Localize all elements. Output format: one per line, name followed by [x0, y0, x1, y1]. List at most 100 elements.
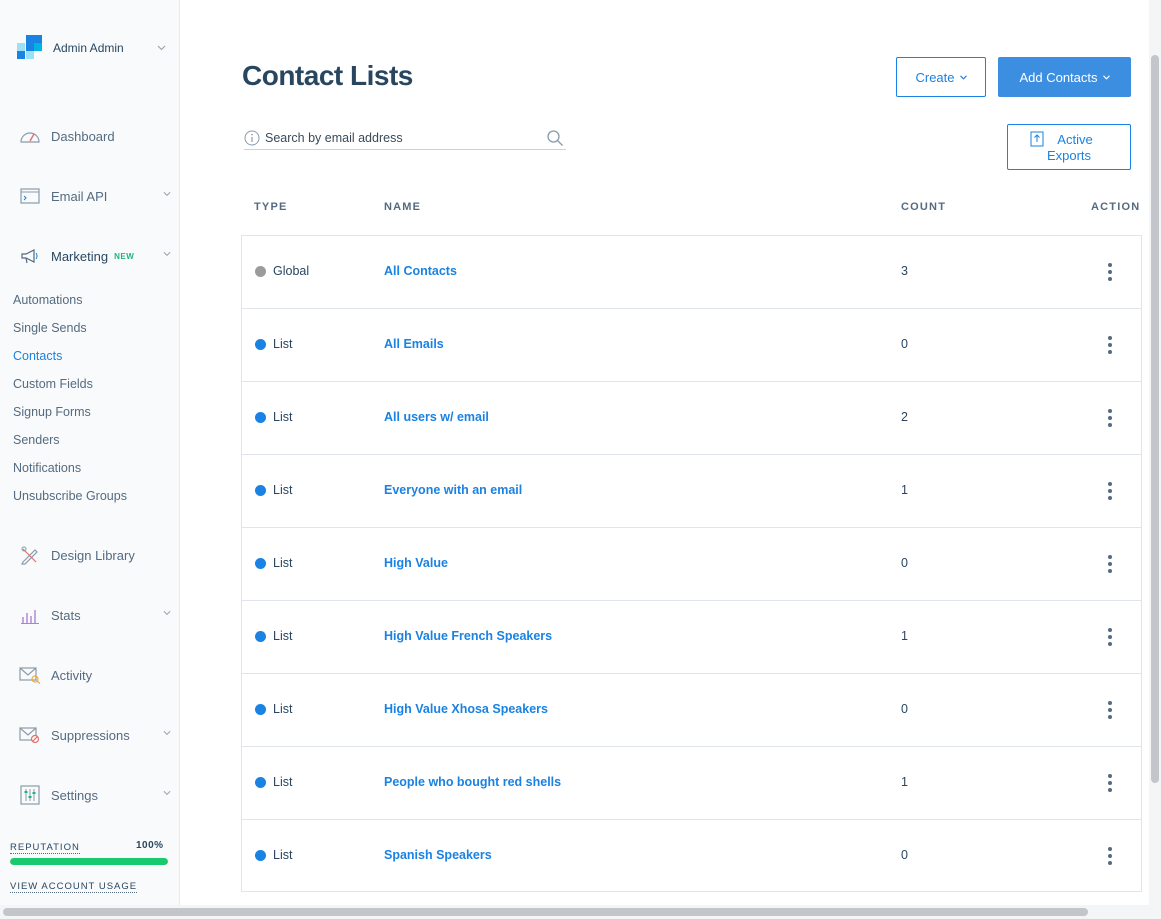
row-actions-kebab-icon[interactable] — [1102, 406, 1118, 430]
row-name-link[interactable]: High Value French Speakers — [384, 629, 552, 643]
horizontal-scrollbar[interactable] — [0, 905, 1161, 919]
row-name-link[interactable]: High Value — [384, 556, 448, 570]
chevron-down-icon — [163, 610, 171, 616]
vertical-scrollbar-thumb[interactable] — [1151, 55, 1159, 783]
row-count: 0 — [901, 337, 908, 351]
nav-marketing[interactable]: Marketing NEW — [18, 244, 173, 268]
row-type: List — [255, 337, 292, 351]
nav-email-api[interactable]: Email API — [18, 184, 173, 208]
subnav-single-sends[interactable]: Single Sends — [13, 321, 87, 335]
nav-design-library[interactable]: Design Library — [18, 543, 173, 567]
search-icon[interactable] — [546, 129, 564, 147]
sidebar: Admin Admin Dashboard Email API Marketin… — [0, 0, 180, 919]
nav-activity[interactable]: Activity — [18, 663, 173, 687]
row-name-link[interactable]: All Contacts — [384, 264, 457, 278]
view-account-usage-link[interactable]: VIEW ACCOUNT USAGE — [10, 881, 138, 893]
row-name-link[interactable]: High Value Xhosa Speakers — [384, 702, 548, 716]
account-switcher[interactable]: Admin Admin — [17, 34, 172, 62]
row-actions-kebab-icon[interactable] — [1102, 333, 1118, 357]
row-name-link[interactable]: Everyone with an email — [384, 483, 522, 497]
subnav-automations[interactable]: Automations — [13, 293, 82, 307]
row-name-link[interactable]: Spanish Speakers — [384, 848, 492, 862]
row-type-label: List — [273, 848, 293, 862]
design-pencil-icon — [18, 545, 42, 565]
row-actions-kebab-icon[interactable] — [1102, 625, 1118, 649]
table-row[interactable]: List All Emails 0 — [242, 309, 1141, 382]
chevron-down-icon — [163, 251, 171, 257]
row-type: List — [255, 410, 292, 424]
row-type-label: List — [273, 629, 293, 643]
table-row[interactable]: List Everyone with an email 1 — [242, 455, 1141, 528]
row-type-label: List — [273, 483, 293, 497]
row-actions-kebab-icon[interactable] — [1102, 698, 1118, 722]
type-dot — [255, 411, 266, 423]
subnav-unsubscribe-groups[interactable]: Unsubscribe Groups — [13, 489, 127, 503]
reputation-label[interactable]: REPUTATION — [10, 842, 80, 854]
row-actions-kebab-icon[interactable] — [1102, 479, 1118, 503]
row-count: 1 — [901, 775, 908, 789]
type-dot — [255, 776, 266, 788]
table-row[interactable]: List Spanish Speakers 0 — [242, 820, 1141, 893]
table-row[interactable]: List People who bought red shells 1 — [242, 747, 1141, 820]
info-icon[interactable] — [244, 130, 260, 146]
row-count: 0 — [901, 556, 908, 570]
nav-settings-label: Settings — [51, 787, 98, 803]
reputation-value: 100% — [136, 840, 164, 851]
create-button[interactable]: Create — [896, 57, 986, 97]
nav-dashboard-label: Dashboard — [51, 128, 115, 144]
table-row[interactable]: List High Value 0 — [242, 528, 1141, 601]
row-type-label: List — [273, 775, 293, 789]
search-bar — [244, 126, 566, 150]
terminal-window-icon — [18, 186, 42, 206]
account-name: Admin Admin — [53, 41, 124, 55]
subnav-custom-fields[interactable]: Custom Fields — [13, 377, 93, 391]
column-header-name[interactable]: NAME — [384, 201, 421, 213]
table-row[interactable]: Global All Contacts 3 — [242, 236, 1141, 309]
type-dot — [255, 849, 266, 861]
chevron-down-icon — [1102, 74, 1110, 80]
search-input[interactable] — [265, 127, 546, 148]
nav-suppressions-label: Suppressions — [51, 727, 130, 743]
table-row[interactable]: List All users w/ email 2 — [242, 382, 1141, 455]
column-header-count[interactable]: COUNT — [901, 201, 946, 213]
row-actions-kebab-icon[interactable] — [1102, 844, 1118, 868]
row-name-link[interactable]: All Emails — [384, 337, 444, 351]
row-actions-kebab-icon[interactable] — [1102, 771, 1118, 795]
nav-settings[interactable]: Settings — [18, 783, 173, 807]
subnav-notifications[interactable]: Notifications — [13, 461, 81, 475]
row-name-link[interactable]: People who bought red shells — [384, 775, 561, 789]
chevron-down-icon — [157, 45, 166, 51]
subnav-senders[interactable]: Senders — [13, 433, 60, 447]
nav-suppressions[interactable]: Suppressions — [18, 723, 173, 747]
table-row[interactable]: List High Value French Speakers 1 — [242, 601, 1141, 674]
row-count: 0 — [901, 702, 908, 716]
export-upload-icon — [1030, 131, 1044, 147]
nav-dashboard[interactable]: Dashboard — [18, 124, 173, 148]
row-type-label: List — [273, 702, 293, 716]
nav-design-library-label: Design Library — [51, 547, 135, 563]
row-count: 3 — [901, 264, 908, 278]
vertical-scrollbar[interactable] — [1149, 0, 1161, 905]
row-type: List — [255, 629, 292, 643]
row-name-link[interactable]: All users w/ email — [384, 410, 489, 424]
dashboard-gauge-icon — [18, 126, 42, 146]
chevron-down-icon — [163, 790, 171, 796]
row-count: 2 — [901, 410, 908, 424]
subnav-signup-forms[interactable]: Signup Forms — [13, 405, 91, 419]
table-row[interactable]: List High Value Xhosa Speakers 0 — [242, 674, 1141, 747]
nav-stats-label: Stats — [51, 607, 81, 623]
subnav-contacts[interactable]: Contacts — [13, 349, 62, 363]
nav-stats[interactable]: Stats — [18, 603, 173, 627]
active-exports-button[interactable]: Active Exports — [1007, 124, 1131, 170]
contact-lists-table: Global All Contacts 3 List All Emails 0 … — [241, 235, 1142, 892]
row-type-label: Global — [273, 264, 310, 278]
row-type: List — [255, 775, 292, 789]
add-contacts-button[interactable]: Add Contacts — [998, 57, 1131, 97]
row-actions-kebab-icon[interactable] — [1102, 260, 1118, 284]
settings-sliders-icon — [18, 785, 42, 805]
row-actions-kebab-icon[interactable] — [1102, 552, 1118, 576]
column-header-action: ACTION — [1091, 201, 1141, 213]
row-count: 1 — [901, 629, 908, 643]
horizontal-scrollbar-thumb[interactable] — [3, 908, 1088, 916]
column-header-type: TYPE — [254, 201, 288, 213]
